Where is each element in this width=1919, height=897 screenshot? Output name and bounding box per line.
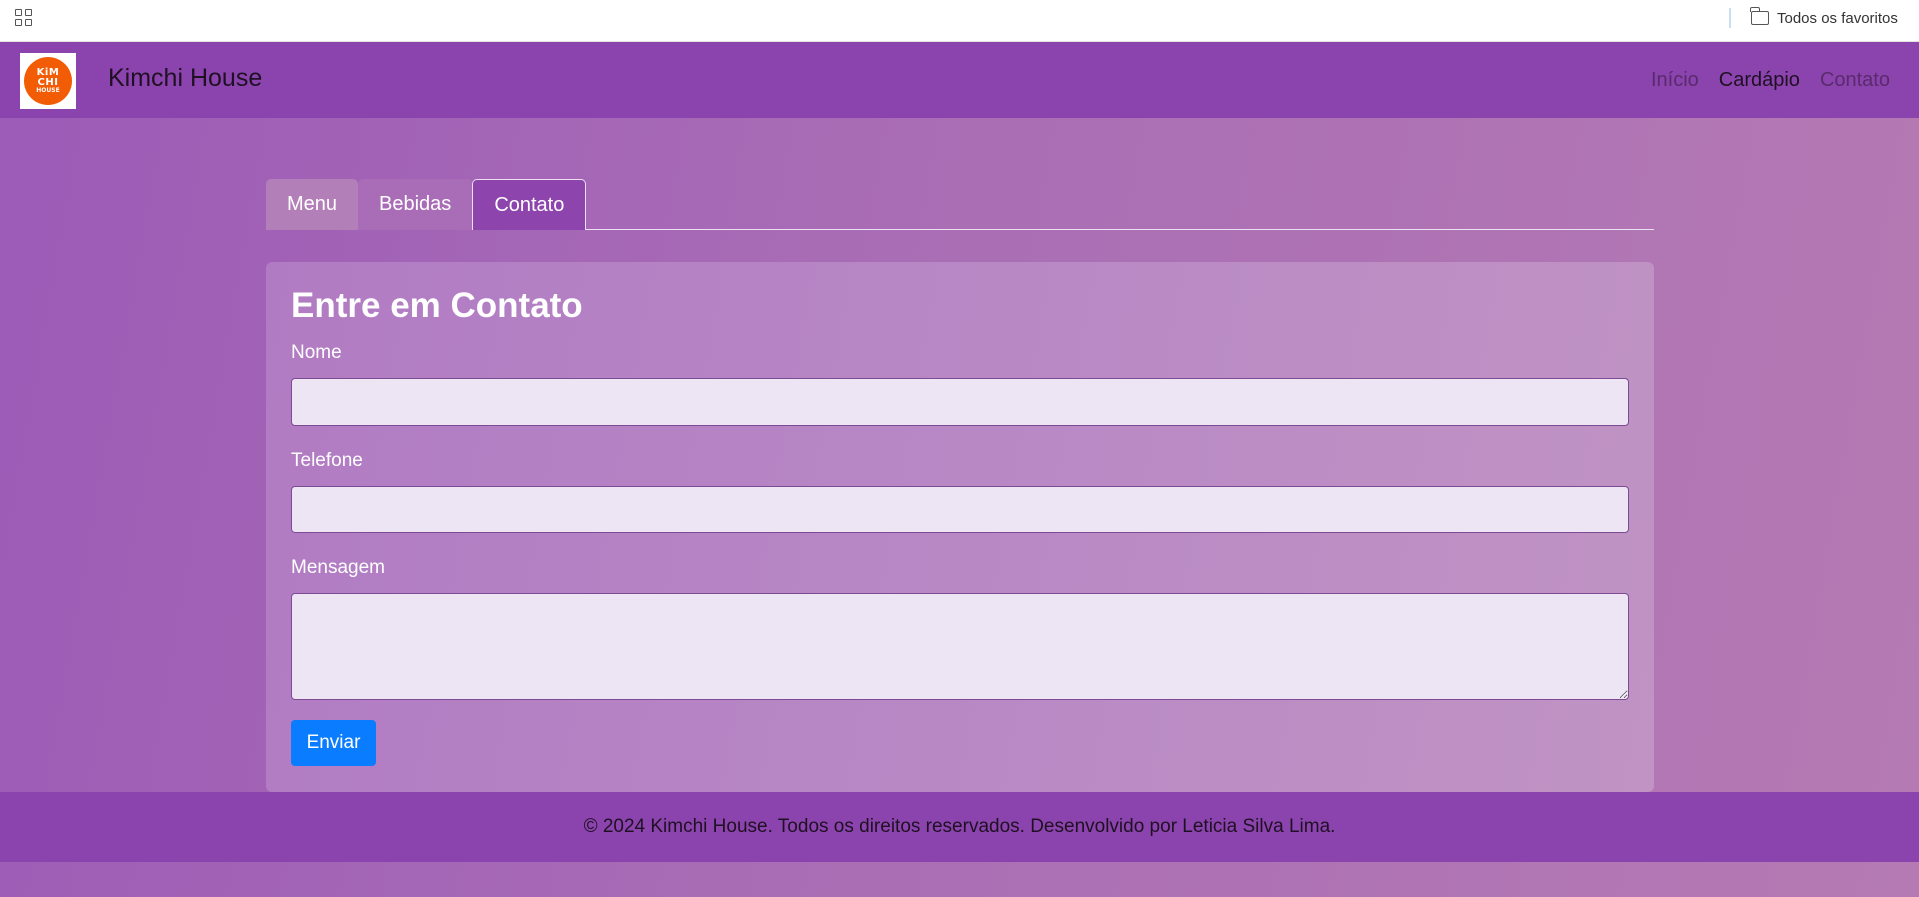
all-bookmarks-folder[interactable]: Todos os favoritos [1750, 5, 1898, 31]
section-tabs: Menu Bebidas Contato [266, 179, 1654, 230]
logo-text-line-3: HOUSE [36, 87, 60, 94]
bookmarks-bar: Todos os favoritos [0, 0, 1919, 42]
tab-contato[interactable]: Contato [472, 179, 587, 230]
phone-input[interactable] [291, 486, 1629, 533]
tab-menu[interactable]: Menu [266, 179, 359, 230]
message-label: Mensagem [291, 557, 385, 578]
site-footer: © 2024 Kimchi House. Todos os direitos r… [0, 792, 1919, 862]
message-textarea[interactable] [291, 593, 1629, 700]
logo-badge: KiM CHI HOUSE [24, 57, 72, 105]
name-label: Nome [291, 342, 342, 363]
apps-grid-icon[interactable] [15, 9, 35, 29]
nav-link-cardapio[interactable]: Cardápio [1719, 69, 1800, 92]
submit-button[interactable]: Enviar [291, 720, 376, 766]
name-input[interactable] [291, 378, 1629, 426]
site-navbar: KiM CHI HOUSE Kimchi House Início Cardáp… [0, 42, 1919, 118]
folder-icon [1750, 7, 1769, 25]
nav-link-inicio[interactable]: Início [1651, 69, 1699, 92]
contact-title: Entre em Contato [291, 286, 583, 325]
main-nav: Início Cardápio Contato [1651, 69, 1890, 92]
brand-name[interactable]: Kimchi House [108, 64, 262, 93]
site-logo[interactable]: KiM CHI HOUSE [20, 53, 76, 109]
phone-label: Telefone [291, 450, 363, 471]
contact-card: Entre em Contato Nome Telefone Mensagem … [266, 262, 1654, 792]
tab-bebidas[interactable]: Bebidas [358, 179, 473, 230]
nav-link-contato[interactable]: Contato [1820, 69, 1890, 92]
footer-copyright: © 2024 Kimchi House. Todos os direitos r… [583, 816, 1336, 837]
all-bookmarks-label: Todos os favoritos [1777, 9, 1898, 27]
bookmarks-divider [1729, 8, 1731, 28]
